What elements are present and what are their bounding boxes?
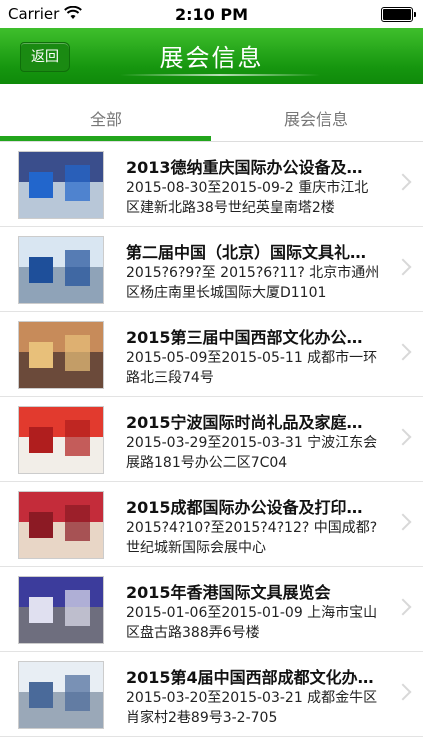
list-item[interactable]: 2015年香港国际文具展览会 2015-01-06至2015-01-09 上海市宝… <box>0 567 423 652</box>
exhibition-thumbnail <box>18 491 104 559</box>
exhibition-thumbnail <box>18 321 104 389</box>
title-underline <box>120 74 320 76</box>
list-item[interactable]: 2015宁波国际时尚礼品及家庭用品展 2015-03-29至2015-03-31 … <box>0 397 423 482</box>
item-title: 2013德纳重庆国际办公设备及文具展 <box>126 158 376 177</box>
exhibition-thumbnail <box>18 406 104 474</box>
battery-icon <box>381 7 416 22</box>
exhibition-thumbnail <box>18 236 104 304</box>
exhibition-thumbnail <box>18 151 104 219</box>
chevron-right-icon <box>394 173 412 191</box>
item-title: 2015第4届中国西部成都文化办公用品展 <box>126 668 376 687</box>
item-description: 2015?4?10?至2015?4?12? 中国成都?世纪城新国际会展中心 <box>126 520 378 556</box>
tab-bar: 全部 展会信息 <box>0 84 423 144</box>
exhibition-thumbnail <box>18 576 104 644</box>
chevron-right-icon <box>394 598 412 616</box>
list-item[interactable]: 2015第4届中国西部成都文化办公用品展 2015-03-20至2015-03-2… <box>0 652 423 737</box>
list-item[interactable]: 2015第三届中国西部文化办公用品展 2015-05-09至2015-05-11 … <box>0 312 423 397</box>
status-bar: Carrier 2:10 PM <box>0 0 423 28</box>
exhibition-thumbnail <box>18 661 104 729</box>
nav-bar: 返回 展会信息 <box>0 28 423 84</box>
page-title: 展会信息 <box>159 44 264 72</box>
item-title: 2015第三届中国西部文化办公用品展 <box>126 328 376 347</box>
item-description: 2015-08-30至2015-09-2 重庆市江北区建新北路38号世纪英皇南塔… <box>126 180 369 216</box>
chevron-right-icon <box>394 428 412 446</box>
item-description: 2015-03-20至2015-03-21 成都金牛区肖家村2巷89号3-2-7… <box>126 690 378 726</box>
item-title: 2015年香港国际文具展览会 <box>126 583 331 602</box>
item-description: 2015-01-06至2015-01-09 上海市宝山区盘古路388弄6号楼 <box>126 605 378 641</box>
item-title: 第二届中国（北京）国际文具礼品博览会 <box>126 243 376 262</box>
list-item[interactable]: 2013德纳重庆国际办公设备及文具展 2015-08-30至2015-09-2 重… <box>0 142 423 227</box>
clock: 2:10 PM <box>174 5 248 24</box>
tab-exhibitions[interactable]: 展会信息 <box>284 106 348 130</box>
item-description: 2015?6?9?至 2015?6?11? 北京市通州区杨庄南里长城国际大厦D1… <box>126 265 380 301</box>
item-title: 2015成都国际办公设备及打印耗材展 <box>126 498 376 517</box>
item-description: 2015-05-09至2015-05-11 成都市一环路北三段74号 <box>126 350 378 386</box>
chevron-right-icon <box>394 343 412 361</box>
list-item[interactable]: 第二届中国（北京）国际文具礼品博览会 2015?6?9?至 2015?6?11?… <box>0 227 423 312</box>
chevron-right-icon <box>394 683 412 701</box>
chevron-right-icon <box>394 258 412 276</box>
item-description: 2015-03-29至2015-03-31 宁波江东会展路181号办公二区7C0… <box>126 435 378 471</box>
item-title: 2015宁波国际时尚礼品及家庭用品展 <box>126 413 376 432</box>
list-item[interactable]: 2015成都国际办公设备及打印耗材展 2015?4?10?至2015?4?12? … <box>0 482 423 567</box>
exhibition-list: 2013德纳重庆国际办公设备及文具展 2015-08-30至2015-09-2 重… <box>0 142 423 737</box>
tab-all[interactable]: 全部 <box>90 106 122 130</box>
chevron-right-icon <box>394 513 412 531</box>
